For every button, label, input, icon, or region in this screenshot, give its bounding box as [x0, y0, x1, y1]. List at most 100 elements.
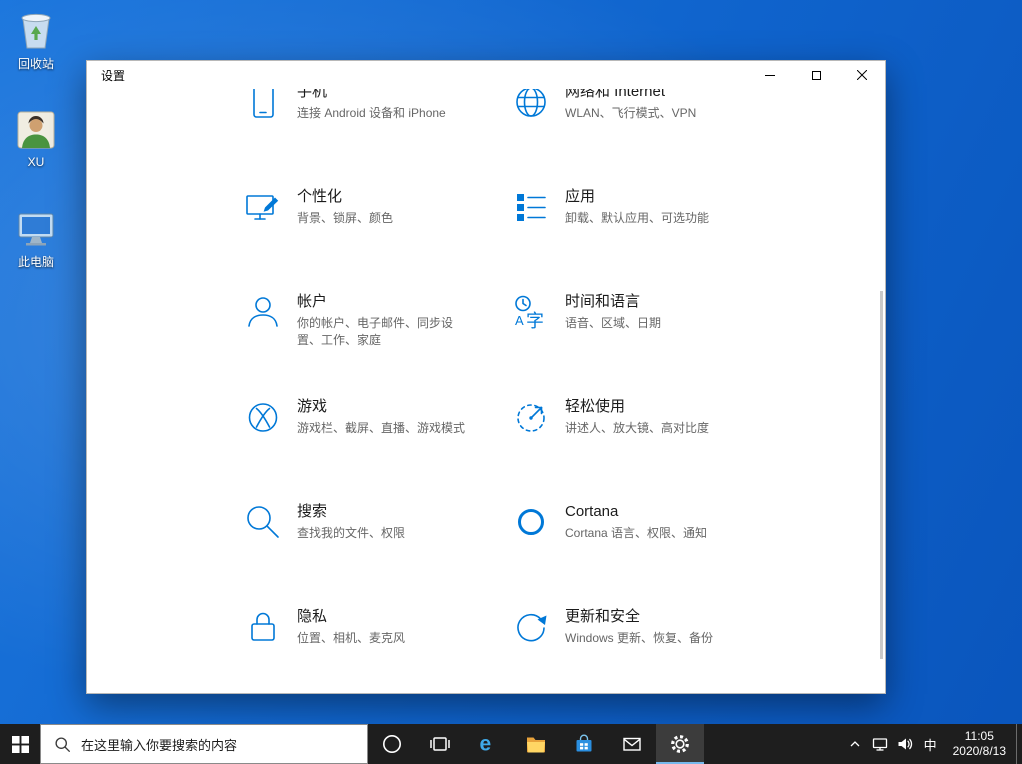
- category-text: 时间和语言语音、区域、日期: [565, 292, 743, 332]
- category-time-language[interactable]: A 字时间和语言语音、区域、日期: [513, 292, 763, 332]
- category-subtitle: 讲述人、放大镜、高对比度: [565, 421, 710, 435]
- category-subtitle: 你的帐户、电子邮件、同步设置、工作、家庭: [297, 316, 454, 347]
- taskbar: 在这里输入你要搜索的内容 e 中 11:05 2020/8/13: [0, 724, 1022, 764]
- search-placeholder: 在这里输入你要搜索的内容: [81, 737, 238, 753]
- mail-button[interactable]: [608, 724, 656, 764]
- category-ease-of-access[interactable]: 轻松使用讲述人、放大镜、高对比度: [513, 397, 763, 437]
- desktop-icon-label: 此电脑: [17, 255, 54, 269]
- scrollbar-thumb[interactable]: [880, 291, 883, 659]
- settings-button[interactable]: [656, 724, 704, 764]
- chevron-up-icon: [850, 741, 860, 747]
- store-icon: [573, 733, 595, 755]
- svg-text:e: e: [480, 733, 492, 755]
- windows-logo-icon: [11, 735, 29, 753]
- cortana-icon: [381, 733, 403, 755]
- ime-label: 中: [923, 737, 937, 753]
- phone-icon: [245, 89, 281, 120]
- category-subtitle: 语音、区域、日期: [565, 316, 662, 330]
- category-title: 搜索: [297, 503, 328, 520]
- category-title: 隐私: [297, 608, 328, 625]
- user-account-icon: [14, 108, 58, 152]
- file-explorer-button[interactable]: [512, 724, 560, 764]
- category-network[interactable]: 网络和 Internet WLAN、飞行模式、VPN: [513, 89, 763, 122]
- recycle-bin-icon: [14, 8, 58, 52]
- titlebar[interactable]: 设置: [87, 61, 885, 89]
- category-text: 应用 卸载、默认应用、可选功能: [565, 187, 743, 227]
- task-view-button[interactable]: [416, 724, 464, 764]
- edge-icon: e: [477, 733, 499, 755]
- category-subtitle: 连接 Android 设备和 iPhone: [297, 106, 446, 120]
- category-title: 网络和 Internet: [565, 89, 666, 100]
- store-button[interactable]: [560, 724, 608, 764]
- accounts-icon: [245, 294, 281, 330]
- clock-date: 2020/8/13: [952, 744, 1006, 758]
- category-personalization[interactable]: 个性化背景、锁屏、颜色: [245, 187, 495, 227]
- start-button[interactable]: [0, 724, 40, 764]
- category-gaming[interactable]: 游戏游戏栏、截屏、直播、游戏模式: [245, 397, 495, 437]
- update-security-icon: [513, 609, 549, 645]
- category-text: 手机连接 Android 设备和 iPhone: [297, 89, 475, 122]
- category-update-security[interactable]: 更新和安全 Windows 更新、恢复、备份: [513, 607, 763, 647]
- search-icon: [55, 736, 70, 752]
- this-pc-icon: [14, 206, 58, 250]
- taskbar-search[interactable]: 在这里输入你要搜索的内容: [40, 724, 368, 764]
- category-subtitle: 背景、锁屏、颜色: [297, 211, 394, 225]
- category-title: 时间和语言: [565, 293, 641, 310]
- task-view-icon: [429, 733, 451, 755]
- show-desktop-button[interactable]: [1016, 724, 1022, 764]
- category-subtitle: 游戏栏、截屏、直播、游戏模式: [297, 421, 466, 435]
- category-search[interactable]: 搜索查找我的文件、权限: [245, 502, 495, 542]
- gaming-icon: [245, 399, 281, 435]
- category-apps[interactable]: 应用 卸载、默认应用、可选功能: [513, 187, 763, 227]
- time-language-icon: A字: [513, 294, 549, 330]
- category-title: 手机: [297, 89, 328, 100]
- network-status[interactable]: [868, 724, 893, 764]
- svg-text:字: 字: [526, 311, 544, 330]
- network-icon: [513, 89, 549, 120]
- tray-expand-button[interactable]: [843, 724, 868, 764]
- category-title: 游戏: [297, 398, 328, 415]
- close-button[interactable]: [839, 61, 885, 89]
- category-cortana[interactable]: Cortana Cortana 语言、权限、通知: [513, 502, 763, 542]
- volume-status[interactable]: [893, 724, 918, 764]
- edge-button[interactable]: e: [464, 724, 512, 764]
- taskbar-clock[interactable]: 11:05 2020/8/13: [943, 729, 1016, 759]
- volume-icon: [898, 738, 913, 750]
- maximize-button[interactable]: [793, 61, 839, 89]
- desktop-icon-recycle-bin[interactable]: 回收站: [0, 8, 72, 72]
- settings-icon: [669, 733, 691, 755]
- search-icon: [245, 504, 281, 540]
- network-icon: [872, 738, 888, 751]
- ease-of-access-icon: [513, 399, 549, 435]
- privacy-icon: [245, 609, 281, 645]
- category-subtitle: 位置、相机、麦克风: [297, 631, 406, 645]
- desktop-icon-this-pc[interactable]: 此电脑: [0, 206, 72, 270]
- category-phone[interactable]: 手机连接 Android 设备和 iPhone: [245, 89, 495, 122]
- category-title: 轻松使用: [565, 398, 626, 415]
- category-text: 轻松使用讲述人、放大镜、高对比度: [565, 397, 743, 437]
- category-subtitle: 查找我的文件、权限: [297, 526, 406, 540]
- category-subtitle: WLAN、飞行模式、VPN: [565, 106, 697, 120]
- window-title: 设置: [101, 68, 126, 83]
- desktop-icon-label: XU: [27, 155, 45, 169]
- category-privacy[interactable]: 隐私位置、相机、麦克风: [245, 607, 495, 647]
- desktop-icon-user-account[interactable]: XU: [0, 108, 72, 169]
- clock-time: 11:05: [964, 729, 994, 743]
- category-text: Cortana Cortana 语言、权限、通知: [565, 502, 743, 542]
- taskbar-app-buttons: e: [368, 724, 704, 764]
- category-accounts[interactable]: 帐户你的帐户、电子邮件、同步设置、工作、家庭: [245, 292, 495, 349]
- ime-indicator[interactable]: 中: [918, 724, 943, 764]
- file-explorer-icon: [525, 733, 547, 755]
- personalization-icon: [245, 189, 281, 225]
- apps-icon: [513, 189, 549, 225]
- cortana-button[interactable]: [368, 724, 416, 764]
- minimize-button[interactable]: [747, 61, 793, 89]
- window-controls: [747, 61, 885, 89]
- desktop-icon-label: 回收站: [17, 57, 54, 71]
- category-title: 帐户: [297, 293, 328, 310]
- category-title: 个性化: [297, 188, 343, 205]
- category-text: 搜索查找我的文件、权限: [297, 502, 475, 542]
- category-title: Cortana: [565, 503, 619, 520]
- close-icon: [857, 70, 867, 80]
- mail-icon: [621, 733, 643, 755]
